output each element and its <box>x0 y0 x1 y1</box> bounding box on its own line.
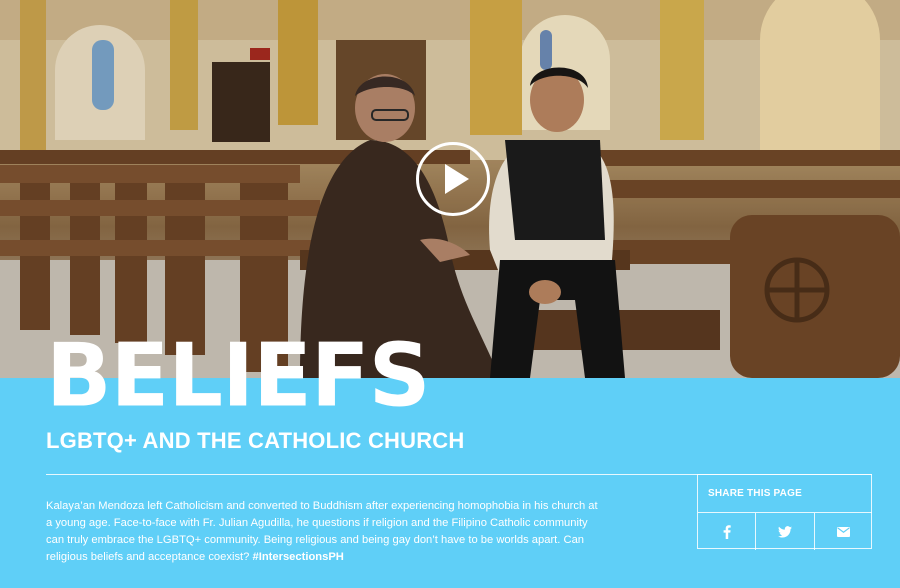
share-twitter-button[interactable] <box>756 513 815 550</box>
page: BELIEFS LGBTQ+ AND THE CATHOLIC CHURCH K… <box>0 0 900 588</box>
share-box: SHARE THIS PAGE <box>697 474 872 550</box>
facebook-icon <box>723 524 731 539</box>
share-facebook-button[interactable] <box>698 513 757 550</box>
share-email-button[interactable] <box>815 513 872 550</box>
video-thumbnail[interactable] <box>0 0 900 378</box>
page-title: BELIEFS <box>46 325 431 427</box>
page-subtitle: LGBTQ+ AND THE CATHOLIC CHURCH <box>46 428 465 453</box>
envelope-icon <box>836 526 850 537</box>
article-description: Kalaya’an Mendoza left Catholicism and c… <box>46 498 606 566</box>
hashtag[interactable]: #IntersectionsPH <box>252 551 343 563</box>
twitter-icon <box>777 525 792 538</box>
share-label: SHARE THIS PAGE <box>708 488 802 499</box>
play-icon <box>445 164 469 194</box>
play-button[interactable] <box>416 142 490 216</box>
share-buttons <box>698 512 872 550</box>
